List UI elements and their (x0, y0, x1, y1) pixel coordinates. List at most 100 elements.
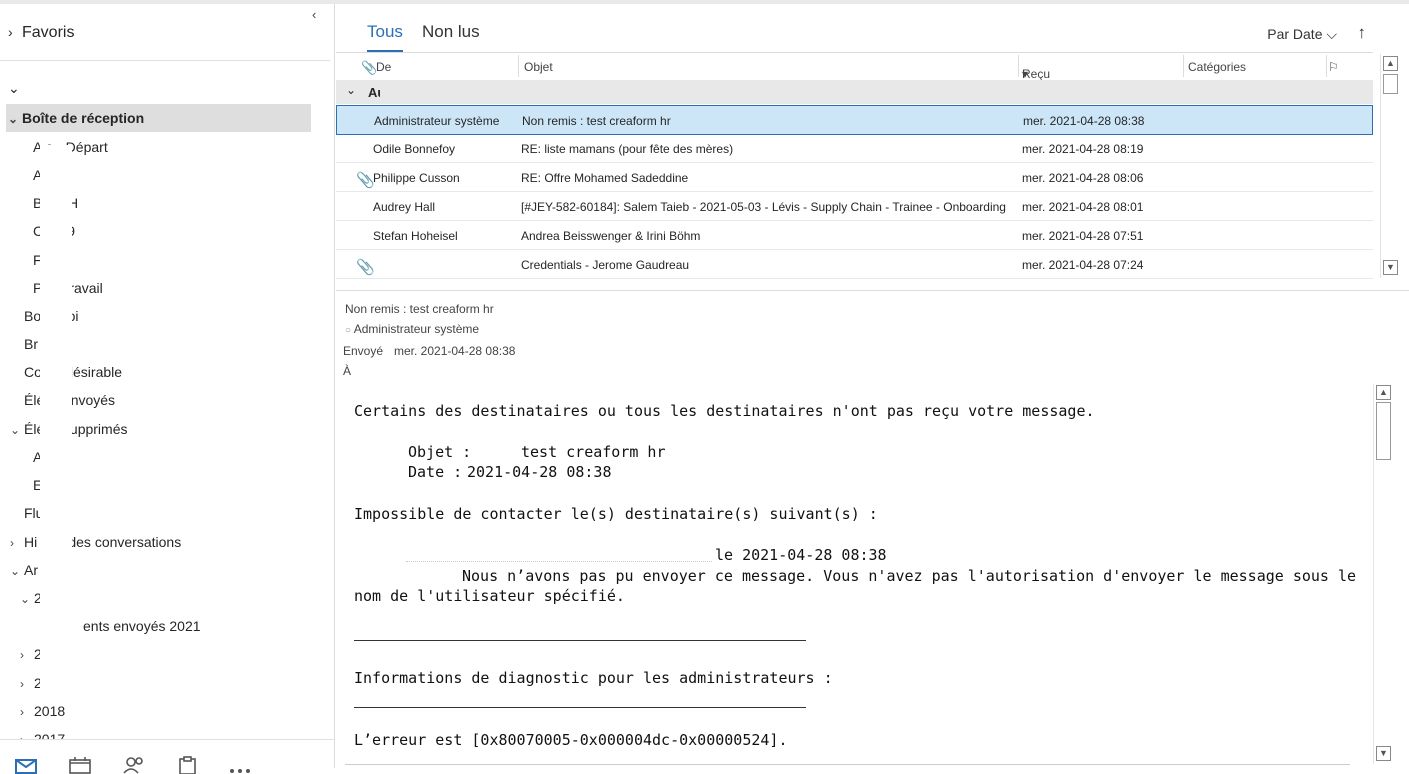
sender-name: Odile Bonnefoy (373, 142, 456, 156)
collapse-pane-icon[interactable]: ‹ (312, 7, 316, 22)
folder-label: ents envoyés 2021 (83, 618, 201, 634)
chevron-right-icon[interactable]: › (20, 677, 34, 691)
scroll-thumb[interactable] (1383, 74, 1398, 94)
sent-label: Envoyé (343, 344, 384, 358)
sort-by-label: Par Date (1267, 26, 1323, 42)
chevron-right-icon[interactable]: › (10, 536, 24, 550)
folder-label: 2018 (34, 703, 66, 719)
scroll-down-icon[interactable]: ▼ (1376, 746, 1391, 761)
chevron-down-icon: ⌄ (346, 83, 357, 97)
redacted-folder-names (40, 145, 72, 697)
folder-item[interactable]: ⌄ 2 (20, 590, 42, 606)
favorites-label: Favoris (22, 24, 75, 41)
chevron-down-icon[interactable]: ⌄ (8, 105, 22, 133)
received-date: mer. 2021-04-28 07:51 (1022, 229, 1144, 243)
folder-label: Boîte de réception (22, 110, 145, 126)
attachment-icon: 📎 (356, 259, 375, 276)
chevron-right-icon[interactable]: › (20, 705, 34, 719)
received-date: mer. 2021-04-28 08:19 (1022, 142, 1144, 156)
redacted-group-label (380, 86, 446, 102)
tab-all[interactable]: Tous (367, 22, 403, 52)
body-subject-label: Objet : (408, 443, 472, 461)
chevron-down-icon: ⌄ (8, 80, 20, 96)
list-scrollbar[interactable]: ▲ ▼ (1380, 54, 1402, 278)
message-subject: Non remis : test creaform hr (345, 302, 494, 316)
message-subject: RE: liste mamans (pour fête des mères) (521, 142, 734, 156)
folder-item[interactable]: › Hi que des conversations (10, 534, 181, 550)
column-divider[interactable] (518, 55, 519, 77)
tab-unread[interactable]: Non lus (422, 22, 480, 42)
flag-column-icon[interactable]: ⚐ (1328, 60, 1339, 74)
message-row[interactable]: Administrateur système Non remis : test c… (336, 105, 1373, 135)
sort-direction-icon[interactable]: ↑ (1358, 23, 1367, 43)
attachment-column-icon[interactable]: 📎 (361, 60, 377, 76)
people-icon[interactable] (122, 752, 146, 774)
reading-pane: Non remis : test creaform hr ○ Administr… (336, 291, 1409, 768)
message-row[interactable]: Odile Bonnefoy RE: liste mamans (pour fêt… (336, 134, 1373, 163)
folder-item[interactable]: E (20, 477, 42, 493)
body-line: Certains des destinataires ou tous les d… (354, 402, 1095, 420)
column-header-row: 📎 De Objet Reçu ▾ Catégories ⚐ (336, 52, 1373, 81)
horizontal-scrollbar[interactable] (345, 764, 1350, 765)
divider-line (354, 707, 806, 708)
message-row[interactable]: Stefan Hoheisel Andrea Beisswenger & Irin… (336, 221, 1373, 250)
message-subject: Non remis : test creaform hr (522, 114, 671, 128)
folder-label: Co r indésirable (24, 364, 123, 380)
message-row[interactable]: 📎 Philippe Cusson RE: Offre Mohamed Sadedd… (336, 163, 1373, 192)
scroll-up-icon[interactable]: ▲ (1376, 385, 1391, 400)
favorites-header[interactable]: › Favoris (8, 24, 74, 42)
presence-icon: ○ (345, 325, 352, 336)
redacted-account-name (30, 78, 272, 96)
folder-item[interactable]: ⌄ Boîte de réception (6, 104, 311, 132)
scroll-thumb[interactable] (1376, 402, 1391, 460)
group-header-today[interactable]: ⌄ Aujourd'hui (336, 80, 1373, 104)
column-from[interactable]: De (376, 60, 391, 74)
column-divider[interactable] (1183, 55, 1184, 77)
chevron-right-icon: › (8, 24, 13, 40)
message-subject: Andrea Beisswenger & Irini Böhm (521, 229, 701, 243)
tasks-icon[interactable] (176, 752, 200, 774)
attachment-icon: 📎 (356, 172, 375, 189)
message-subject: Credentials - Jerome Gaudreau (521, 258, 690, 272)
module-nav-bar (0, 739, 334, 774)
message-row[interactable]: 📎 Credentials - Jerome Gaudreau mer. 2021-… (336, 250, 1373, 279)
sort-down-icon: ▾ (1022, 67, 1029, 81)
chevron-down-icon[interactable]: ⌄ (10, 423, 24, 437)
body-scrollbar[interactable]: ▲ ▼ (1373, 384, 1395, 764)
message-row[interactable]: Audrey Hall [#JEY-582-60184]: Salem Taieb… (336, 192, 1373, 221)
scroll-down-icon[interactable]: ▼ (1383, 260, 1398, 275)
column-categories[interactable]: Catégories (1188, 60, 1246, 74)
more-icon[interactable] (228, 752, 252, 774)
sender-name: Philippe Cusson (373, 171, 460, 185)
redacted-recipient (406, 543, 712, 562)
calendar-icon[interactable] (68, 752, 92, 774)
folder-item[interactable]: ents envoyés 2021 (70, 618, 201, 634)
chevron-down-icon[interactable]: ⌄ (10, 564, 24, 578)
sender[interactable]: ○ Administrateur système (345, 322, 479, 336)
column-subject[interactable]: Objet (524, 60, 553, 74)
body-line: Informations de diagnostic pour les admi… (354, 669, 833, 687)
sort-by-dropdown[interactable]: Par Date ⌵ (1267, 26, 1337, 43)
body-line: nom de l'utilisateur spécifié. (354, 587, 625, 605)
scroll-up-icon[interactable]: ▲ (1383, 56, 1398, 71)
sent-date: mer. 2021-04-28 08:38 (394, 344, 516, 358)
message-subject: [#JEY-582-60184]: Salem Taieb - 2021-05-… (521, 200, 1006, 214)
folder-item[interactable]: › 2018 (20, 703, 65, 719)
chevron-down-icon[interactable]: ⌄ (20, 592, 34, 606)
mail-icon[interactable] (14, 752, 38, 774)
received-date: mer. 2021-04-28 08:38 (1023, 114, 1145, 128)
column-divider[interactable] (1018, 55, 1019, 77)
received-date: mer. 2021-04-28 07:24 (1022, 258, 1144, 272)
folder-item[interactable]: › 2 (20, 646, 42, 662)
to-label: À (343, 364, 352, 378)
folder-item[interactable]: › 2 (20, 675, 42, 691)
folder-item[interactable]: ⌄ Ar (10, 562, 38, 578)
body-date-label: Date : (408, 463, 463, 481)
body-date-value: 2021-04-28 08:38 (467, 463, 612, 481)
chevron-right-icon[interactable]: › (20, 648, 34, 662)
column-divider[interactable] (1326, 55, 1327, 77)
received-date: mer. 2021-04-28 08:01 (1022, 200, 1144, 214)
recipient-date: le 2021-04-28 08:38 (715, 546, 887, 564)
body-subject-value: test creaform hr (521, 443, 666, 461)
received-date: mer. 2021-04-28 08:06 (1022, 171, 1144, 185)
